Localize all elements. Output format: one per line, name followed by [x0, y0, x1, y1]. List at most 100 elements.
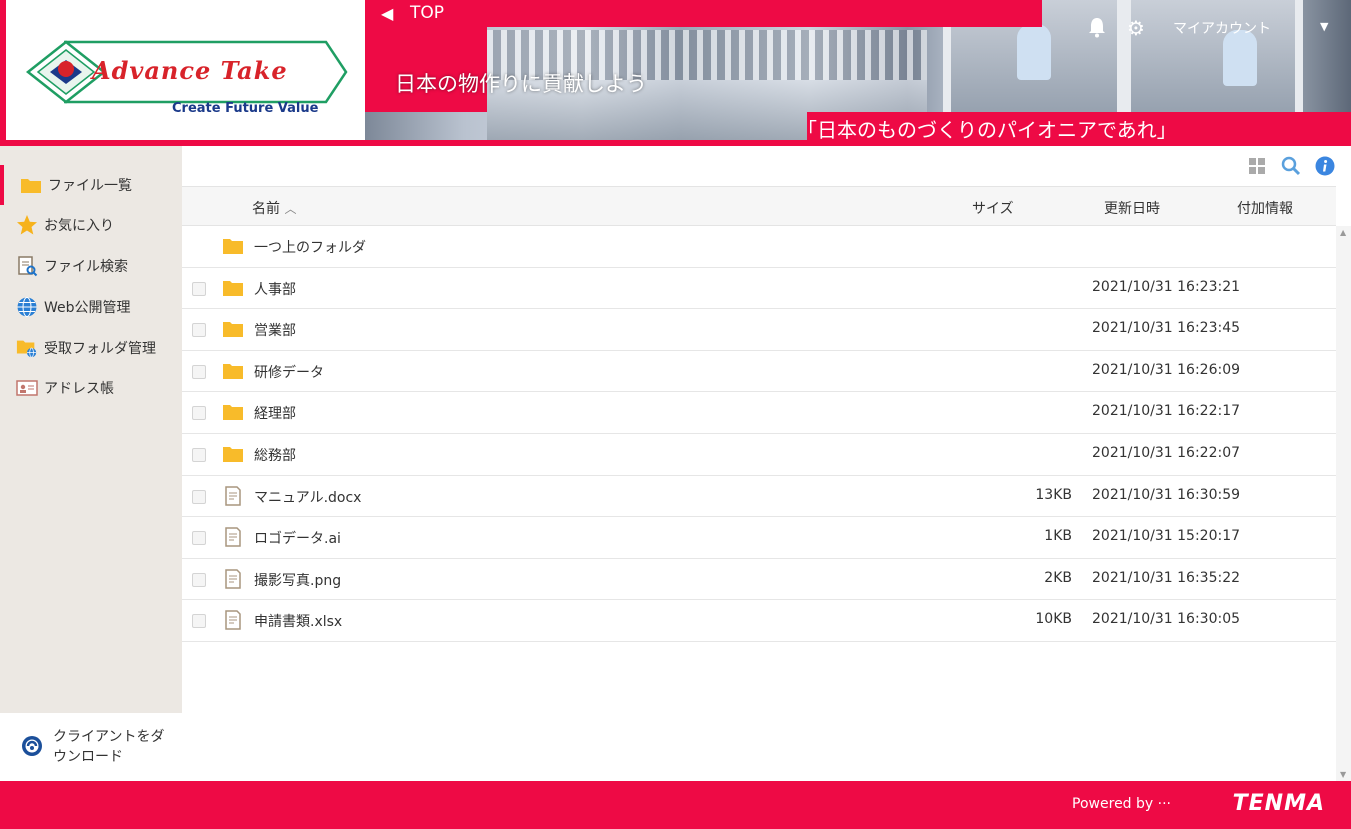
column-size[interactable]: サイズ	[972, 198, 1014, 218]
table-row[interactable]: マニュアル.docx 13KB 2021/10/31 16:30:59	[182, 476, 1336, 518]
sidebar-item-receive-folder[interactable]: 受取フォルダ管理	[0, 328, 182, 368]
column-name-label: 名前	[252, 201, 280, 217]
file-modified: 2021/10/31 15:20:17	[1092, 528, 1241, 545]
file-name: 総務部	[254, 447, 296, 464]
file-modified: 2021/10/31 16:22:07	[1092, 444, 1241, 461]
file-modified: 2021/10/31 16:22:17	[1092, 403, 1241, 420]
file-name: ロゴデータ.ai	[254, 531, 341, 548]
file-name: 営業部	[254, 323, 296, 340]
file-name: 経理部	[254, 406, 296, 423]
sidebar-item-web-publish[interactable]: Web公開管理	[0, 287, 182, 327]
column-modified[interactable]: 更新日時	[1104, 198, 1160, 218]
receive-folder-icon	[16, 337, 38, 359]
row-checkbox[interactable]	[192, 614, 206, 629]
brand-tagline: Create Future Value	[172, 101, 319, 116]
gear-icon[interactable]: ⚙	[1127, 18, 1145, 38]
row-checkbox[interactable]	[192, 489, 206, 504]
file-list: 一つ上のフォルダ 人事部 2021/10/31 16:23:21 営業部 202…	[182, 226, 1336, 642]
row-checkbox[interactable]	[192, 572, 206, 587]
file-size: 10KB	[1035, 611, 1072, 628]
file-browser: 名前 ︿ サイズ 更新日時 付加情報 一つ上のフォルダ 人事部 2021/10/…	[182, 146, 1351, 781]
sidebar-item-file-list[interactable]: ファイル一覧	[0, 165, 182, 205]
file-modified: 2021/10/31 16:35:22	[1092, 569, 1241, 586]
document-icon	[225, 569, 241, 589]
folder-icon	[223, 405, 243, 421]
my-account-button[interactable]: マイアカウント	[1173, 18, 1271, 38]
file-name: 人事部	[254, 281, 296, 298]
sidebar-item-label: 受取フォルダ管理	[44, 341, 156, 357]
row-checkbox[interactable]	[192, 364, 206, 379]
file-modified: 2021/10/31 16:30:05	[1092, 611, 1241, 628]
file-size: 2KB	[1044, 569, 1072, 586]
file-name: 申請書類.xlsx	[254, 614, 343, 631]
app-window: Advance Take Create Future Value ◀ TOP 日…	[0, 0, 1351, 829]
row-checkbox[interactable]	[192, 323, 206, 338]
sidebar-item-label: ファイル検索	[44, 259, 128, 275]
table-row[interactable]: 申請書類.xlsx 10KB 2021/10/31 16:30:05	[182, 600, 1336, 642]
column-name[interactable]: 名前 ︿	[252, 198, 296, 218]
client-download-button[interactable]: クライアントをダウンロード	[0, 713, 182, 781]
powered-by-label: Powered by ···	[1072, 796, 1171, 812]
row-checkbox[interactable]	[192, 406, 206, 421]
table-row[interactable]: 研修データ 2021/10/31 16:26:09	[182, 351, 1336, 393]
vertical-scrollbar[interactable]: ▲ ▼	[1336, 226, 1351, 781]
table-row[interactable]: ロゴデータ.ai 1KB 2021/10/31 15:20:17	[182, 517, 1336, 559]
row-checkbox[interactable]	[192, 531, 206, 546]
info-icon[interactable]	[1315, 156, 1335, 176]
search-icon[interactable]	[1281, 156, 1301, 176]
row-checkbox[interactable]	[192, 447, 206, 462]
client-app-icon	[21, 735, 43, 761]
scroll-up-icon[interactable]: ▲	[1340, 228, 1346, 237]
sidebar-item-file-search[interactable]: ファイル検索	[0, 246, 182, 286]
bell-icon[interactable]	[1087, 16, 1107, 38]
footer: Powered by ··· TENMA	[0, 781, 1351, 829]
folder-icon	[223, 239, 243, 254]
table-row[interactable]: 人事部 2021/10/31 16:23:21	[182, 268, 1336, 310]
column-extra-info[interactable]: 付加情報	[1237, 198, 1293, 218]
grid-view-icon[interactable]	[1247, 156, 1267, 176]
sidebar-item-favorites[interactable]: お気に入り	[0, 205, 182, 245]
folder-icon	[223, 446, 243, 462]
folder-icon	[223, 322, 243, 338]
worker-figure	[1017, 24, 1051, 80]
sidebar-item-label: アドレス帳	[44, 381, 114, 397]
file-size: 13KB	[1035, 486, 1072, 503]
banner-slogan: 日本の物作りに貢献しよう	[395, 72, 647, 96]
file-name: 一つ上のフォルダ	[254, 240, 366, 256]
file-modified: 2021/10/31 16:30:59	[1092, 486, 1241, 503]
file-name: マニュアル.docx	[254, 489, 362, 506]
table-row[interactable]: 撮影写真.png 2KB 2021/10/31 16:35:22	[182, 559, 1336, 601]
row-checkbox[interactable]	[192, 281, 206, 296]
top-bar	[487, 0, 1042, 27]
file-name: 研修データ	[254, 364, 324, 381]
back-arrow-icon[interactable]: ◀	[381, 4, 393, 23]
folder-icon	[223, 363, 243, 379]
address-book-icon	[16, 377, 38, 399]
file-name: 撮影写真.png	[254, 572, 342, 589]
document-icon	[225, 485, 241, 506]
vendor-logo[interactable]: TENMA	[1233, 791, 1325, 816]
table-row[interactable]: 経理部 2021/10/31 16:22:17	[182, 392, 1336, 434]
brand-name: Advance Take	[92, 56, 288, 85]
table-row[interactable]: 総務部 2021/10/31 16:22:07	[182, 434, 1336, 476]
sort-ascending-icon: ︿	[284, 202, 297, 216]
star-icon	[16, 214, 38, 236]
file-search-icon	[16, 255, 38, 277]
globe-icon	[16, 296, 38, 318]
banner-quote: 「日本のものづくりのパイオニアであれ」	[797, 118, 1177, 140]
file-modified: 2021/10/31 16:23:45	[1092, 320, 1241, 337]
chevron-down-icon[interactable]: ▼	[1320, 20, 1328, 33]
sidebar-item-label: お気に入り	[44, 218, 114, 234]
scroll-down-icon[interactable]: ▼	[1340, 770, 1346, 779]
logo[interactable]: Advance Take Create Future Value	[0, 0, 365, 140]
folder-icon	[20, 174, 42, 196]
file-modified: 2021/10/31 16:23:21	[1092, 278, 1241, 295]
table-row[interactable]: 営業部 2021/10/31 16:23:45	[182, 309, 1336, 351]
folder-icon	[223, 280, 243, 296]
toolbar	[182, 146, 1351, 186]
parent-folder-row[interactable]: 一つ上のフォルダ	[182, 226, 1336, 268]
top-link[interactable]: TOP	[410, 3, 444, 23]
file-size: 1KB	[1044, 528, 1072, 545]
sidebar-item-label: Web公開管理	[44, 300, 131, 316]
sidebar-item-address-book[interactable]: アドレス帳	[0, 368, 182, 408]
